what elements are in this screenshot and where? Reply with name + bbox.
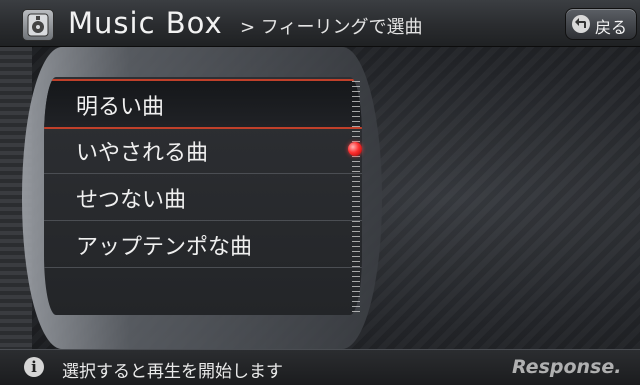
header-bar: Music Box > フィーリングで選曲 戻る <box>0 0 640 47</box>
page-title: Music Box <box>68 6 223 40</box>
list-item-uptempo[interactable]: アップテンポな曲 <box>44 221 362 268</box>
back-button-label: 戻る <box>595 18 628 37</box>
feeling-list: 明るい曲 いやされる曲 せつない曲 アップテンポな曲 <box>44 77 362 315</box>
list-item-sad[interactable]: せつない曲 <box>44 174 362 221</box>
footer-bar: i 選択すると再生を開始します Response. <box>0 349 640 385</box>
list-item-healing[interactable]: いやされる曲 <box>44 127 362 174</box>
status-text: 選択すると再生を開始します <box>62 362 283 382</box>
scroll-track[interactable] <box>352 81 360 313</box>
watermark-logo: Response. <box>512 356 622 378</box>
list-item-bright[interactable]: 明るい曲 <box>44 79 362 129</box>
breadcrumb: > フィーリングで選曲 <box>240 17 423 38</box>
scroll-position-indicator[interactable] <box>348 142 362 156</box>
back-button[interactable]: 戻る <box>565 8 637 40</box>
back-arrow-icon <box>572 15 590 33</box>
list-item-label: アップテンポな曲 <box>76 235 253 260</box>
list-item-label: せつない曲 <box>76 188 187 213</box>
list-item-label: 明るい曲 <box>76 95 165 120</box>
main-area: 明るい曲 いやされる曲 せつない曲 アップテンポな曲 <box>0 47 640 349</box>
music-box-icon <box>22 9 54 41</box>
info-icon: i <box>24 357 44 377</box>
list-item-label: いやされる曲 <box>76 141 209 166</box>
